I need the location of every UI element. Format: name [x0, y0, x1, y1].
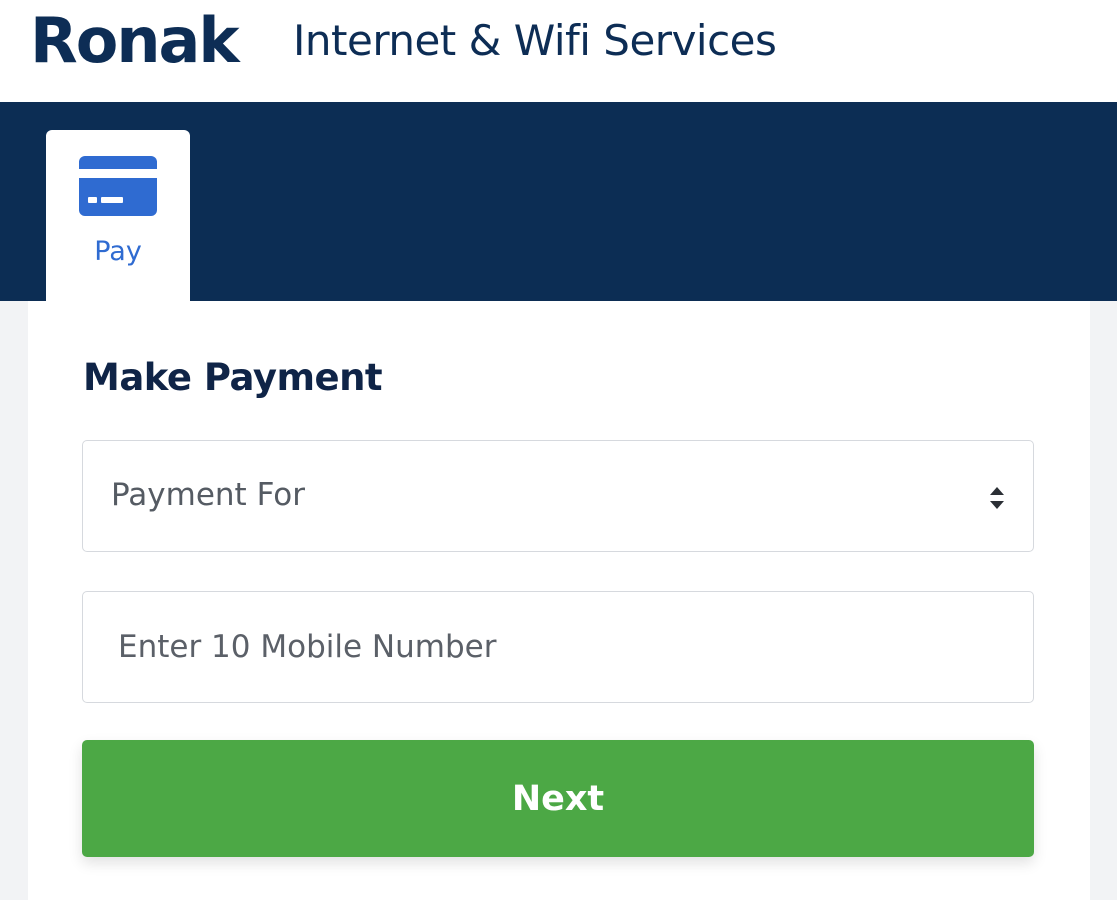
nav-bar: Pay: [0, 102, 1117, 301]
payment-for-selected-value: Payment For: [111, 477, 306, 513]
page-title: Make Payment: [83, 356, 383, 399]
header: Ronak Internet & Wifi Services: [0, 0, 1117, 102]
tab-pay[interactable]: Pay: [46, 130, 190, 301]
next-button[interactable]: Next: [82, 740, 1034, 857]
payment-panel: Make Payment Payment For Next: [28, 301, 1090, 900]
payment-for-select[interactable]: Payment For: [82, 440, 1034, 552]
select-arrows-icon: [990, 487, 1004, 509]
mobile-number-input[interactable]: [82, 591, 1034, 703]
credit-card-icon: [79, 156, 157, 216]
brand-tagline: Internet & Wifi Services: [293, 16, 777, 65]
tab-pay-label: Pay: [94, 236, 142, 267]
brand-logo: Ronak: [30, 4, 240, 77]
